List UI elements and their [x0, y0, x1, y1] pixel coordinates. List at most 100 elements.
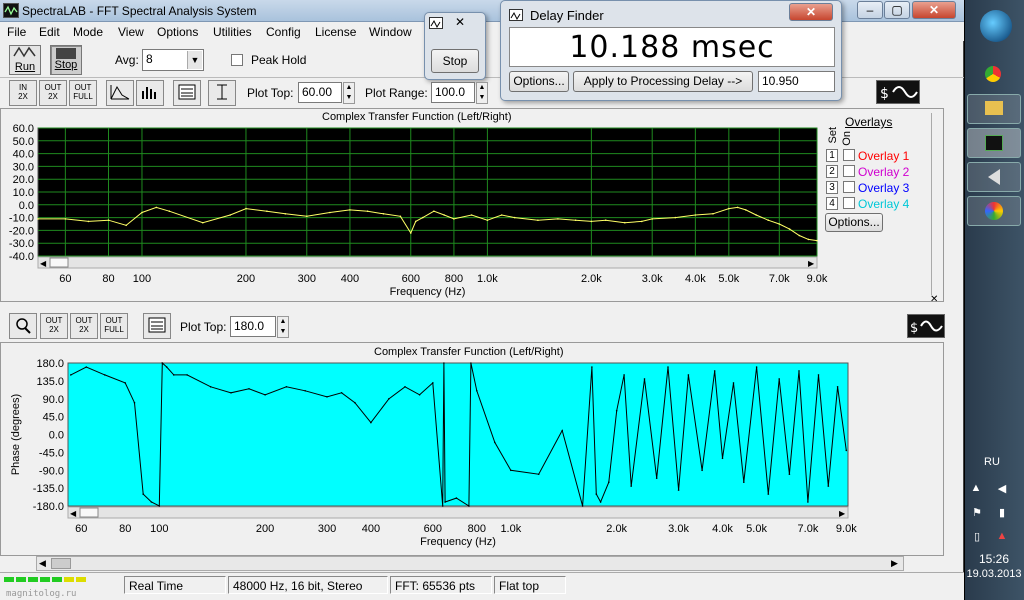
data-point [150, 501, 153, 503]
stop-button[interactable]: Stop [431, 49, 479, 73]
maximize-button[interactable]: ▢ [884, 1, 910, 19]
zoom-in-2x-button[interactable]: IN 2X [9, 80, 37, 106]
phase-plot-top-field[interactable]: 180.0 [230, 316, 276, 337]
menu-edit[interactable]: Edit [39, 25, 60, 39]
y-tick-label: 50.0 [13, 136, 34, 148]
taskbar-audio[interactable] [967, 162, 1021, 192]
start-orb-icon[interactable] [980, 10, 1012, 42]
scroll-left-icon[interactable]: ◀ [39, 558, 46, 569]
scroll-right-icon[interactable]: ▶ [891, 558, 898, 569]
battery-icon[interactable]: ▯ [970, 530, 984, 543]
x-tick-label: 60 [75, 523, 87, 535]
data-point [798, 370, 800, 372]
menu-file[interactable]: File [7, 25, 26, 39]
overlays-title: Overlays [845, 115, 893, 129]
taskbar-explorer[interactable] [967, 94, 1021, 124]
plot-range-field[interactable]: 100.0 [431, 82, 475, 103]
stop-toolbar-button[interactable]: Stop [50, 45, 82, 75]
chrome-icon[interactable] [985, 66, 1001, 82]
data-point [433, 210, 435, 212]
data-point [168, 210, 171, 212]
close-panel-icon[interactable]: ✕ [930, 294, 942, 306]
tray-expand-icon[interactable]: ▲ [970, 482, 982, 494]
y-tick-label: 40.0 [13, 149, 34, 161]
overlay-checkbox[interactable] [843, 181, 855, 193]
magnifier-icon[interactable] [9, 313, 37, 339]
taskbar-paint[interactable] [967, 196, 1021, 226]
data-point [590, 220, 593, 223]
data-point [591, 366, 593, 368]
overlay-options-button[interactable]: Options... [825, 213, 883, 232]
plot-settings-icon[interactable] [143, 313, 171, 339]
overlay-checkbox[interactable] [843, 165, 855, 177]
minimize-button[interactable]: – [857, 1, 883, 19]
data-point [732, 382, 735, 384]
plot-top-field[interactable]: 60.00 [298, 82, 342, 103]
x-tick-label: 80 [102, 273, 114, 285]
zoom-full-button[interactable]: OUT FULL [69, 80, 97, 106]
zoom-in-2x-button[interactable]: OUT 2X [40, 313, 68, 339]
overlay-checkbox[interactable] [843, 197, 855, 209]
zoom-out-2x-button[interactable]: OUT 2X [39, 80, 67, 106]
x-tick-label: 5.0k [746, 523, 767, 535]
data-point [470, 214, 473, 216]
bar-plot-icon[interactable] [136, 80, 164, 106]
peak-hold-checkbox[interactable] [231, 54, 243, 66]
zoom-full-button[interactable]: OUT FULL [100, 313, 128, 339]
run-button[interactable]: Run [9, 45, 41, 75]
data-point [470, 362, 472, 364]
plot-range-spinner[interactable]: ▲ ▼ [476, 82, 488, 104]
scroll-thumb[interactable] [51, 558, 71, 569]
plot-settings-icon[interactable] [173, 80, 201, 106]
stop-popup-close[interactable]: ✕ [455, 15, 465, 29]
close-button[interactable]: ✕ [912, 1, 956, 19]
menu-window[interactable]: Window [369, 25, 412, 39]
language-indicator[interactable]: RU [975, 456, 1009, 468]
flag-icon[interactable]: ⚑ [970, 506, 984, 519]
menu-utilities[interactable]: Utilities [213, 25, 252, 39]
avg-select[interactable]: 8 ▼ [142, 49, 204, 71]
waveform-icon [429, 17, 443, 29]
panel-splitter[interactable] [931, 113, 943, 295]
phase-chart[interactable]: 180.0 135.0 90.0 45.0 0.0 -45.0 -90.0 -135.0 -18… [1, 343, 861, 557]
menu-view[interactable]: View [118, 25, 144, 39]
signal-icon[interactable]: ▲ [995, 530, 1009, 542]
data-point [366, 210, 369, 212]
taskbar-spectralab[interactable] [967, 128, 1021, 158]
phase-plot-top-spinner[interactable]: ▲ ▼ [277, 316, 289, 338]
overlay-set-button[interactable]: 4 [826, 197, 838, 210]
overlay-set-button[interactable]: 2 [826, 165, 838, 178]
menu-license[interactable]: License [315, 25, 356, 39]
overlay-set-button[interactable]: 1 [826, 149, 838, 162]
menu-options[interactable]: Options [157, 25, 198, 39]
overlay-label: Overlay 4 [858, 197, 910, 211]
magnitude-chart[interactable]: 60.050.040.030.020.010.00.0-10.0-20.0-30… [1, 109, 831, 303]
signal-generator-icon[interactable]: $ [907, 314, 945, 338]
plot-top-spinner[interactable]: ▲ ▼ [343, 82, 355, 104]
overlay-set-button[interactable]: 3 [826, 181, 838, 194]
horizontal-scrollbar[interactable]: ◀ ▶ [36, 556, 904, 571]
menu-config[interactable]: Config [266, 25, 301, 39]
overlay-checkbox[interactable] [843, 149, 855, 161]
range-icon[interactable] [208, 80, 236, 106]
x-tick-label: 3.0k [642, 273, 663, 285]
data-point [630, 485, 632, 487]
overlay-label: Overlay 1 [858, 149, 910, 163]
line-plot-icon[interactable] [106, 80, 134, 106]
menu-mode[interactable]: Mode [73, 25, 103, 39]
data-point [349, 209, 351, 211]
clock-time[interactable]: 15:26 [964, 552, 1024, 566]
data-point [399, 215, 402, 218]
clock-date[interactable]: 19.03.2013 [964, 568, 1024, 580]
y-tick-label: 0.0 [19, 200, 34, 212]
signal-generator-icon[interactable]: $ [876, 80, 920, 104]
x-tick-label: 600 [424, 523, 442, 535]
delay-finder-close[interactable]: ✕ [789, 3, 833, 21]
volume-icon[interactable]: ◀ [995, 482, 1009, 495]
x-tick-label: 80 [119, 523, 131, 535]
level-meter [4, 577, 100, 587]
data-point [304, 390, 307, 392]
magnitude-panel: Complex Transfer Function (Left/Right) 6… [0, 108, 944, 302]
zoom-out-2x-button[interactable]: OUT 2X [70, 313, 98, 339]
network-icon[interactable]: ▮ [995, 506, 1009, 519]
